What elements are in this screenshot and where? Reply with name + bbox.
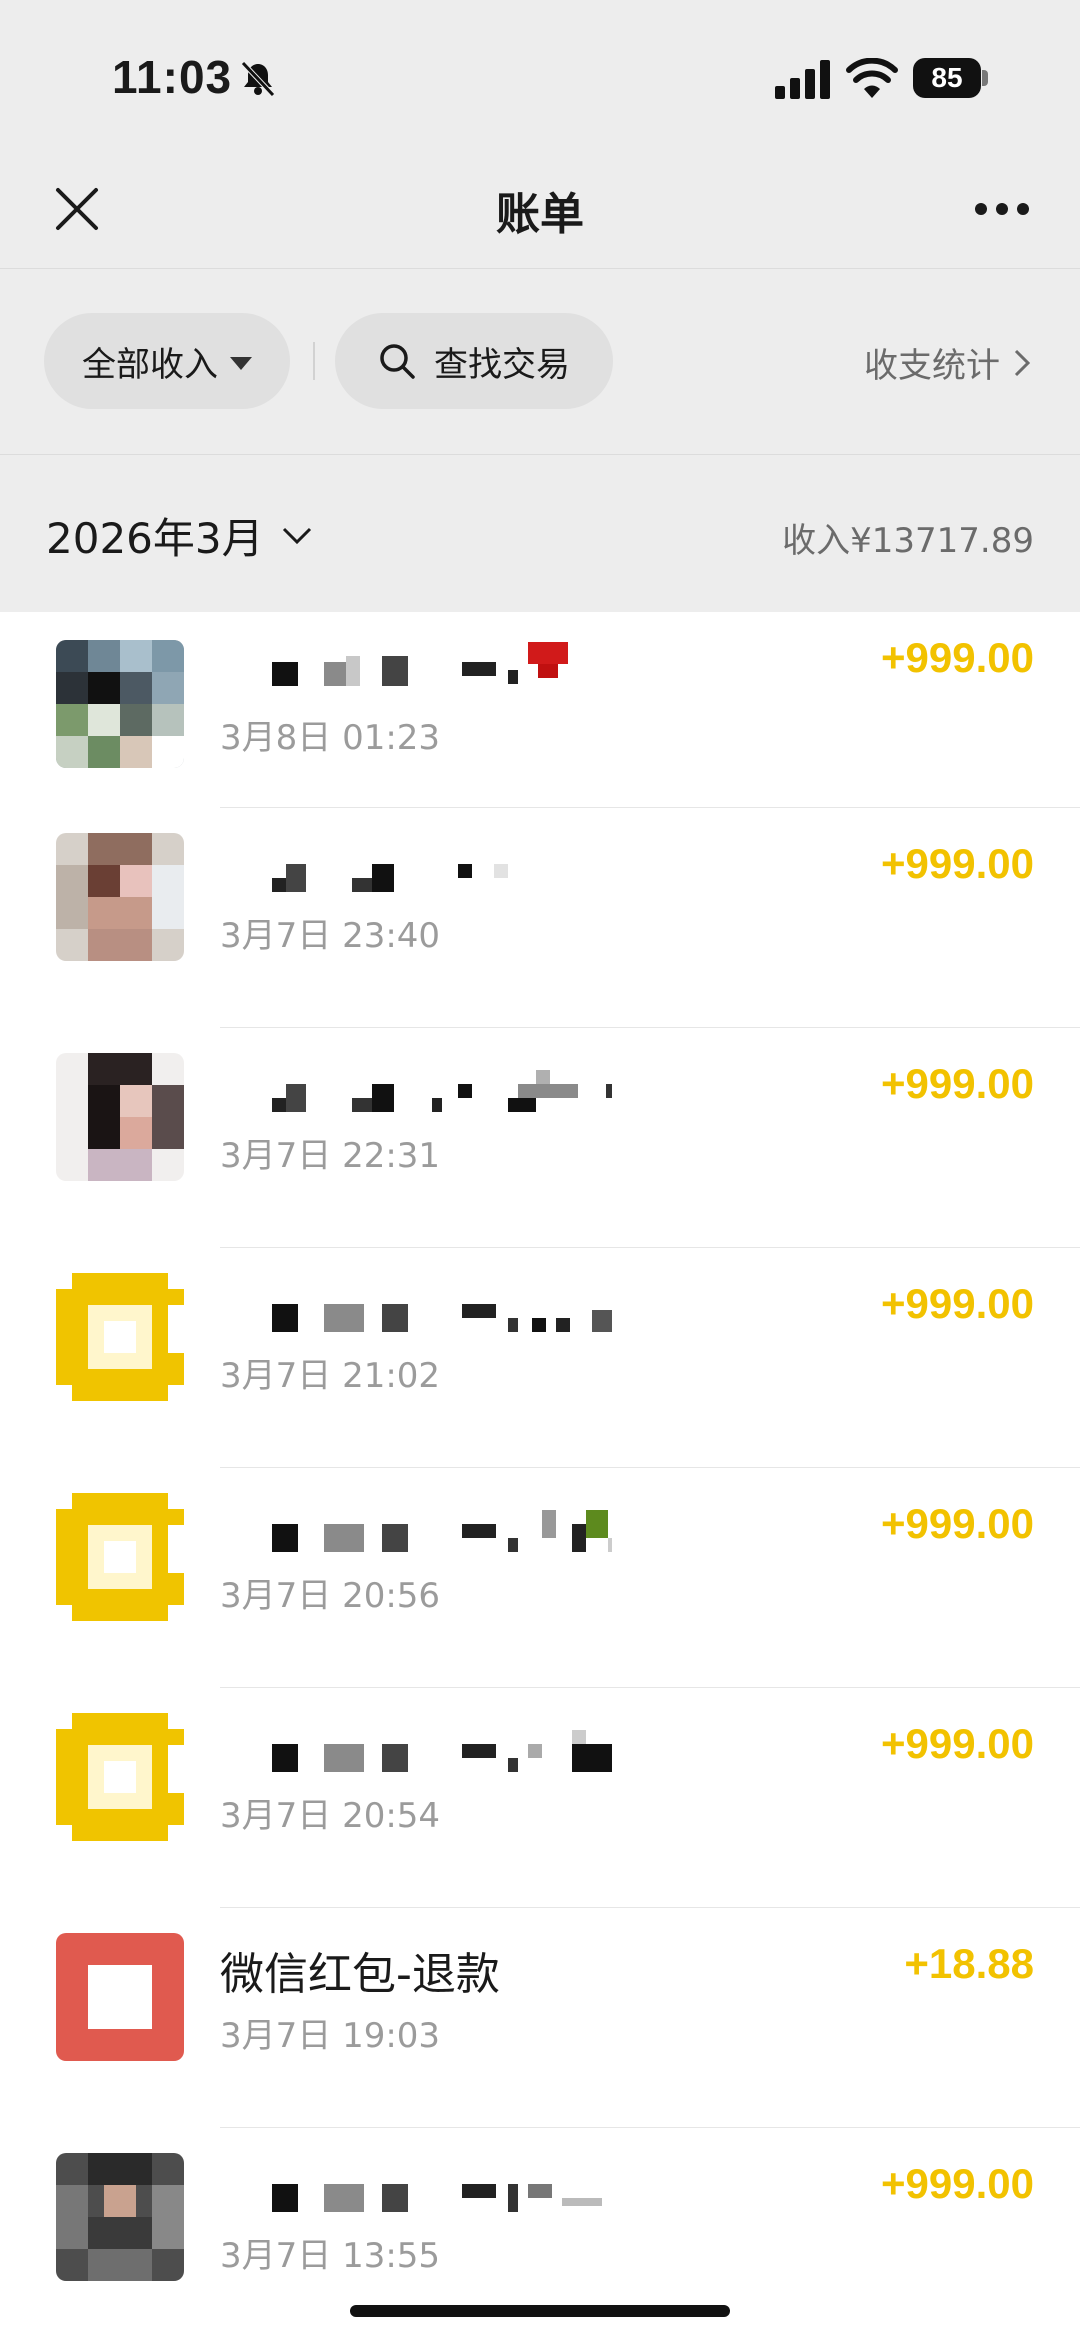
more-options-icon[interactable]: [972, 200, 1032, 218]
nav-bar: 账单: [0, 150, 1080, 269]
chevron-right-icon: [1014, 349, 1030, 376]
search-transactions-label: 查找交易: [434, 344, 570, 385]
redacted-name-mosaic: [272, 2184, 602, 2212]
transaction-date: 3月7日 13:55: [220, 2236, 441, 2276]
month-income-total: 收入¥13717.89: [782, 521, 1034, 561]
transaction-name: 微信红包-退款: [220, 1949, 500, 2000]
transfer-icon: [56, 1493, 184, 1621]
cellular-signal-icon: [775, 60, 830, 99]
transaction-date: 3月7日 20:54: [220, 1796, 441, 1836]
transaction-amount: +999.00: [881, 1060, 1034, 1107]
transaction-row[interactable]: 微信红包-退款 3月7日 19:03 +18.88: [0, 1908, 1080, 2128]
income-filter-dropdown[interactable]: 全部收入: [44, 313, 290, 409]
red-packet-icon: [56, 1933, 184, 2061]
transaction-list: 3月8日 01:23 +999.00 3月7日 23:40 +999.00 3月…: [0, 612, 1080, 2348]
transfer-icon: [56, 1713, 184, 1841]
transaction-date: 3月7日 22:31: [220, 1136, 441, 1176]
battery-indicator: 85: [913, 58, 981, 98]
transaction-amount: +18.88: [904, 1940, 1034, 1987]
user-avatar: [56, 1053, 184, 1181]
month-header: 2026年3月 收入¥13717.89: [0, 455, 1080, 611]
income-expense-stats-link[interactable]: 收支统计: [864, 338, 1030, 387]
month-label: 2026年3月: [46, 514, 264, 563]
transfer-icon: [56, 1273, 184, 1401]
filter-divider: [313, 342, 315, 380]
transaction-amount: +999.00: [881, 1720, 1034, 1767]
transaction-row[interactable]: 3月7日 22:31 +999.00: [0, 1028, 1080, 1248]
filter-bar: 全部收入 查找交易 收支统计: [0, 268, 1080, 455]
transaction-date: 3月7日 20:56: [220, 1576, 441, 1616]
redacted-name-mosaic: [272, 1304, 612, 1332]
redacted-name-mosaic: [272, 1070, 612, 1112]
redacted-name-mosaic: [272, 864, 508, 892]
transaction-row[interactable]: 3月7日 21:02 +999.00: [0, 1248, 1080, 1468]
transaction-amount: +999.00: [881, 840, 1034, 887]
transaction-date: 3月8日 01:23: [220, 718, 441, 758]
user-avatar: [56, 2153, 184, 2281]
wifi-icon: [846, 58, 898, 98]
status-time: 11:03: [112, 51, 233, 103]
search-transactions-button[interactable]: 查找交易: [335, 313, 613, 409]
stats-label: 收支统计: [864, 346, 1000, 386]
home-indicator: [350, 2305, 730, 2317]
transaction-amount: +999.00: [881, 634, 1034, 681]
transaction-amount: +999.00: [881, 1500, 1034, 1547]
header-area: 11:03 85 账单 全部收入 查找交易 收支统计 2026年3月 收入¥13…: [0, 0, 1080, 612]
transaction-amount: +999.00: [881, 1280, 1034, 1327]
user-avatar: [56, 640, 184, 768]
page-title: 账单: [496, 189, 584, 240]
redacted-name-mosaic: [272, 642, 568, 686]
transaction-date: 3月7日 19:03: [220, 2016, 441, 2056]
month-selector[interactable]: 2026年3月: [46, 505, 312, 566]
transaction-date: 3月7日 23:40: [220, 916, 441, 956]
transaction-date: 3月7日 21:02: [220, 1356, 441, 1396]
redacted-name-mosaic: [272, 1510, 612, 1552]
transaction-row[interactable]: 3月7日 20:56 +999.00: [0, 1468, 1080, 1688]
transaction-row[interactable]: 3月7日 23:40 +999.00: [0, 808, 1080, 1028]
chevron-down-icon: [282, 527, 311, 544]
user-avatar: [56, 833, 184, 961]
transaction-row[interactable]: 3月8日 01:23 +999.00: [0, 612, 1080, 808]
caret-down-icon: [230, 356, 252, 370]
silent-bell-icon: [241, 61, 275, 97]
income-filter-label: 全部收入: [82, 344, 218, 385]
status-bar: 11:03 85: [0, 0, 1080, 150]
battery-tip: [982, 70, 988, 86]
transaction-row[interactable]: 3月7日 20:54 +999.00: [0, 1688, 1080, 1908]
redacted-name-mosaic: [272, 1730, 612, 1772]
search-icon: [380, 344, 415, 379]
transaction-amount: +999.00: [881, 2160, 1034, 2207]
